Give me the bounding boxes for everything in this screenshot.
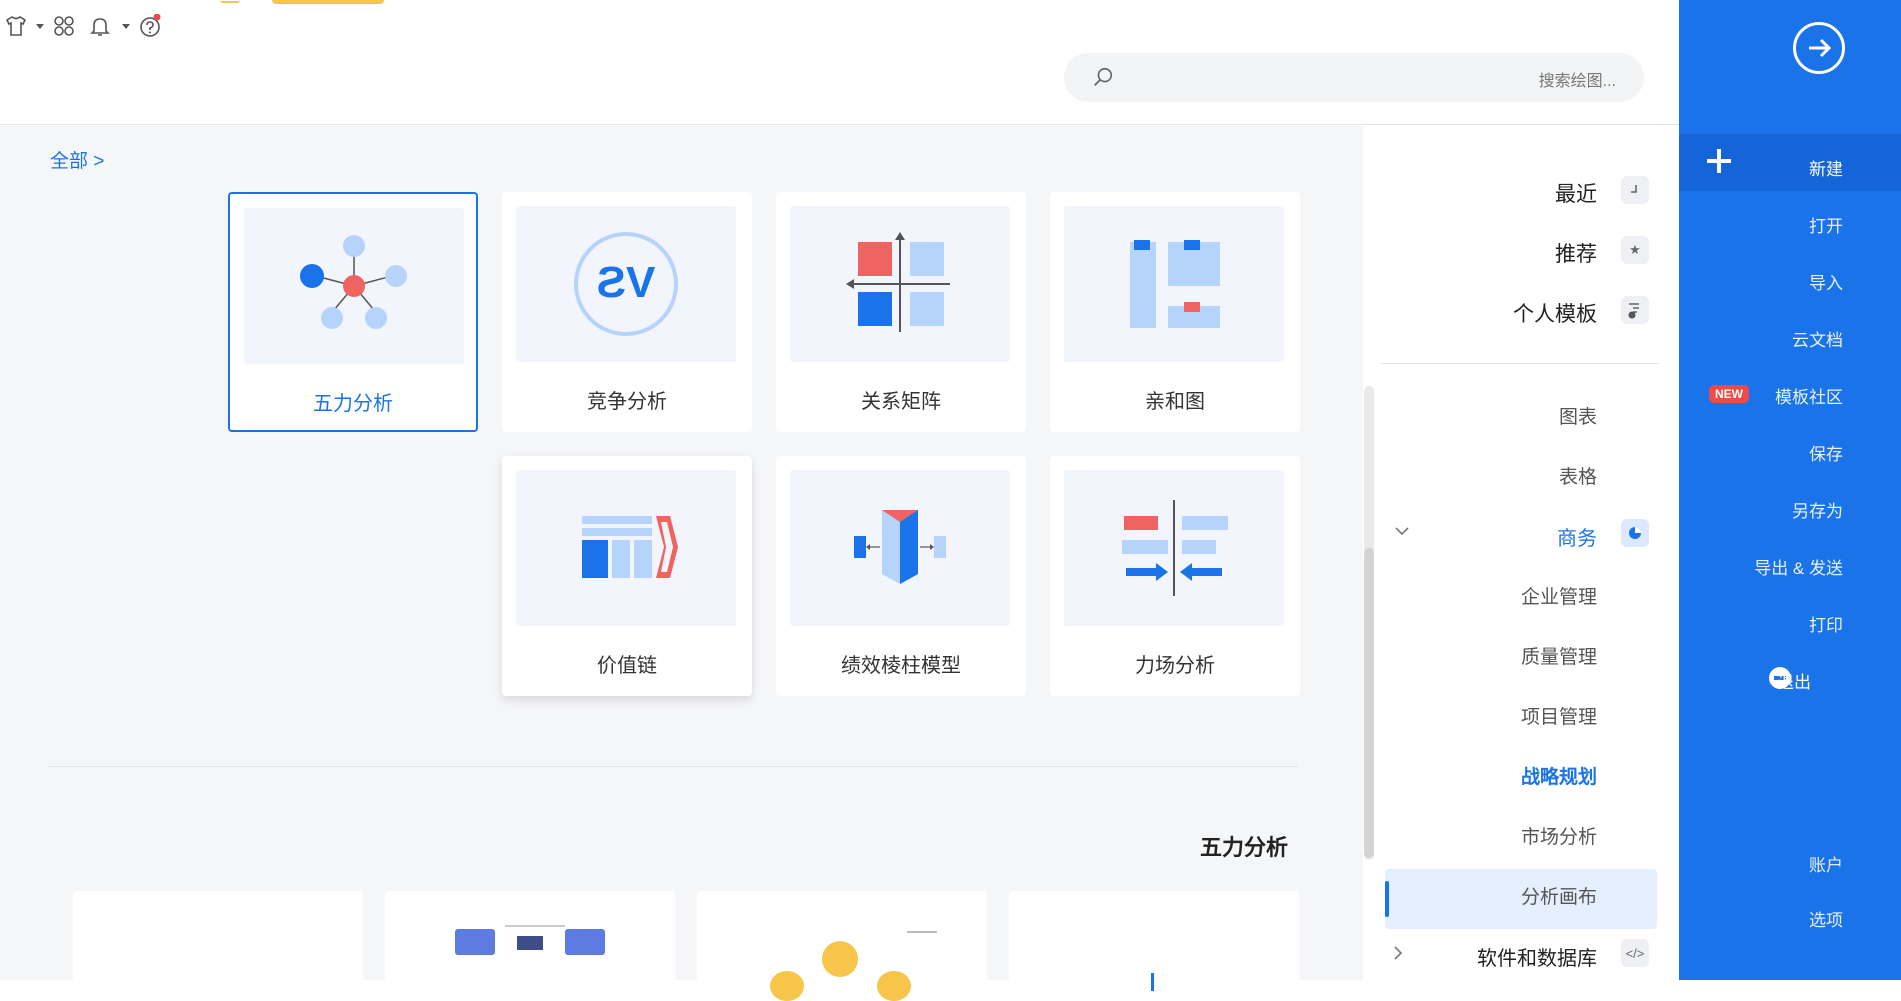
svg-text:VS: VS: [597, 258, 656, 307]
preview-box: [517, 936, 543, 950]
menu-save-as[interactable]: 另存为: [1792, 497, 1843, 522]
personal-template-icon: [1621, 296, 1649, 324]
search-box[interactable]: 搜索绘图...: [1064, 53, 1644, 102]
nav-active-indicator: [1385, 881, 1389, 917]
card-thumbnail: [790, 470, 1010, 626]
menu-account[interactable]: 账户: [1809, 851, 1843, 876]
scrollbar-thumb[interactable]: [1364, 548, 1374, 858]
bell-icon[interactable]: [88, 14, 112, 38]
shirt-icon[interactable]: [4, 14, 28, 38]
menu-open[interactable]: 打开: [1809, 212, 1843, 237]
card-force-field[interactable]: 力场分析: [1050, 456, 1300, 696]
plus-icon: [1707, 149, 1731, 173]
category-nav: 最近 ★ 推荐 个人模板 图表 表格 商务 企业管理 质量管理 项目管理 战略规…: [1363, 126, 1679, 980]
chevron-down-icon[interactable]: [1395, 526, 1409, 536]
section-title: 五力分析: [1200, 835, 1289, 860]
menu-options[interactable]: 选项: [1809, 906, 1843, 931]
nav-project-mgmt[interactable]: 项目管理: [1521, 702, 1597, 729]
card-relation-matrix[interactable]: 关系矩阵: [776, 192, 1026, 432]
promo-strip[interactable]: [272, 0, 384, 4]
value-chain-icon: [582, 516, 678, 578]
menu-save[interactable]: 保存: [1809, 440, 1843, 465]
menu-print[interactable]: 打印: [1809, 611, 1843, 636]
card-label: 力场分析: [1135, 655, 1215, 677]
vs-icon: VS: [574, 232, 678, 336]
nav-recent[interactable]: 最近: [1555, 178, 1597, 208]
card-thumbnail: [516, 470, 736, 626]
preview-circle: [770, 971, 804, 1001]
nav-divider: [1381, 363, 1659, 364]
nav-chart[interactable]: 图表: [1559, 402, 1597, 429]
nav-table[interactable]: 表格: [1559, 462, 1597, 489]
force-field-icon: [1122, 500, 1228, 596]
template-gallery: 全部 > 五力分析 VS 竞争分析 关系矩阵 亲和图 价值链 绩效棱柱模型 力场…: [0, 126, 1363, 1001]
caret-down-icon[interactable]: [36, 22, 44, 30]
card-label: 亲和图: [1145, 391, 1205, 413]
search-icon[interactable]: [1092, 66, 1114, 88]
promo-dot: [220, 0, 240, 3]
apps-icon[interactable]: [52, 14, 76, 38]
preview-line: [907, 931, 937, 933]
nav-strategic-planning[interactable]: 战略规划: [1521, 762, 1597, 789]
preview-line: [505, 925, 565, 927]
top-bar: 搜索绘图...: [0, 0, 1679, 125]
preview-box: [565, 929, 605, 955]
template-preview[interactable]: [1009, 891, 1299, 991]
back-button[interactable]: [1793, 22, 1845, 74]
card-label: 关系矩阵: [861, 391, 941, 413]
card-thumbnail: [1064, 206, 1284, 362]
menu-export-send[interactable]: 导出 & 发送: [1754, 554, 1843, 579]
code-icon: </>: [1621, 939, 1649, 967]
five-forces-icon: [300, 235, 407, 329]
nav-quality-mgmt[interactable]: 质量管理: [1521, 642, 1597, 669]
card-thumbnail: VS: [516, 206, 736, 362]
section-divider: [48, 766, 1298, 767]
chevron-right-icon[interactable]: [1393, 946, 1403, 960]
nav-enterprise-mgmt[interactable]: 企业管理: [1521, 582, 1597, 609]
card-competitive-analysis[interactable]: VS 竞争分析: [502, 192, 752, 432]
template-preview[interactable]: [385, 891, 675, 991]
preview-circle: [877, 971, 911, 1001]
template-preview[interactable]: [73, 891, 363, 991]
nav-software-db[interactable]: 软件和数据库: [1477, 942, 1597, 971]
menu-import[interactable]: 导入: [1809, 269, 1843, 294]
preview-circle: [822, 941, 858, 977]
search-placeholder: 搜索绘图...: [1538, 73, 1616, 90]
affinity-icon: [1130, 240, 1220, 328]
help-icon[interactable]: [138, 14, 162, 38]
caret-down-icon[interactable]: [122, 22, 130, 30]
nav-recommended[interactable]: 推荐: [1555, 238, 1597, 268]
card-thumbnail: [244, 208, 464, 364]
card-affinity-diagram[interactable]: 亲和图: [1050, 192, 1300, 432]
template-preview[interactable]: [697, 891, 987, 1001]
nav-personal-templates[interactable]: 个人模板: [1513, 298, 1597, 328]
new-badge: NEW: [1709, 385, 1749, 403]
file-menu-sidebar: 新建 打开 导入 云文档 NEW 模板社区 保存 另存为 导出 & 发送 打印 …: [1679, 0, 1901, 980]
menu-template-community[interactable]: 模板社区: [1775, 383, 1843, 408]
menu-exit[interactable]: 退出: [1777, 668, 1811, 693]
breadcrumb[interactable]: 全部 >: [50, 146, 104, 173]
card-five-forces[interactable]: 五力分析: [228, 192, 478, 432]
prism-icon: [854, 510, 946, 584]
pie-icon: [1621, 519, 1649, 547]
nav-business[interactable]: 商务: [1557, 522, 1597, 551]
preview-box: [455, 929, 495, 955]
card-label: 价值链: [597, 655, 657, 677]
card-thumbnail: [790, 206, 1010, 362]
menu-cloud-docs[interactable]: 云文档: [1792, 326, 1843, 351]
menu-new[interactable]: 新建: [1809, 155, 1843, 180]
nav-analysis-canvas[interactable]: 分析画布: [1521, 882, 1597, 909]
card-label: 五力分析: [313, 393, 393, 415]
card-label: 竞争分析: [587, 391, 667, 413]
matrix-icon: [846, 232, 950, 332]
clock-icon: [1621, 176, 1649, 204]
card-label: 绩效棱柱模型: [841, 655, 961, 677]
nav-market-analysis[interactable]: 市场分析: [1521, 822, 1597, 849]
card-thumbnail: [1064, 470, 1284, 626]
card-value-chain[interactable]: 价值链: [502, 456, 752, 696]
preview-line: [1151, 973, 1154, 991]
star-icon: ★: [1621, 236, 1649, 264]
card-performance-prism[interactable]: 绩效棱柱模型: [776, 456, 1026, 696]
arrow-right-icon: [1809, 38, 1832, 58]
